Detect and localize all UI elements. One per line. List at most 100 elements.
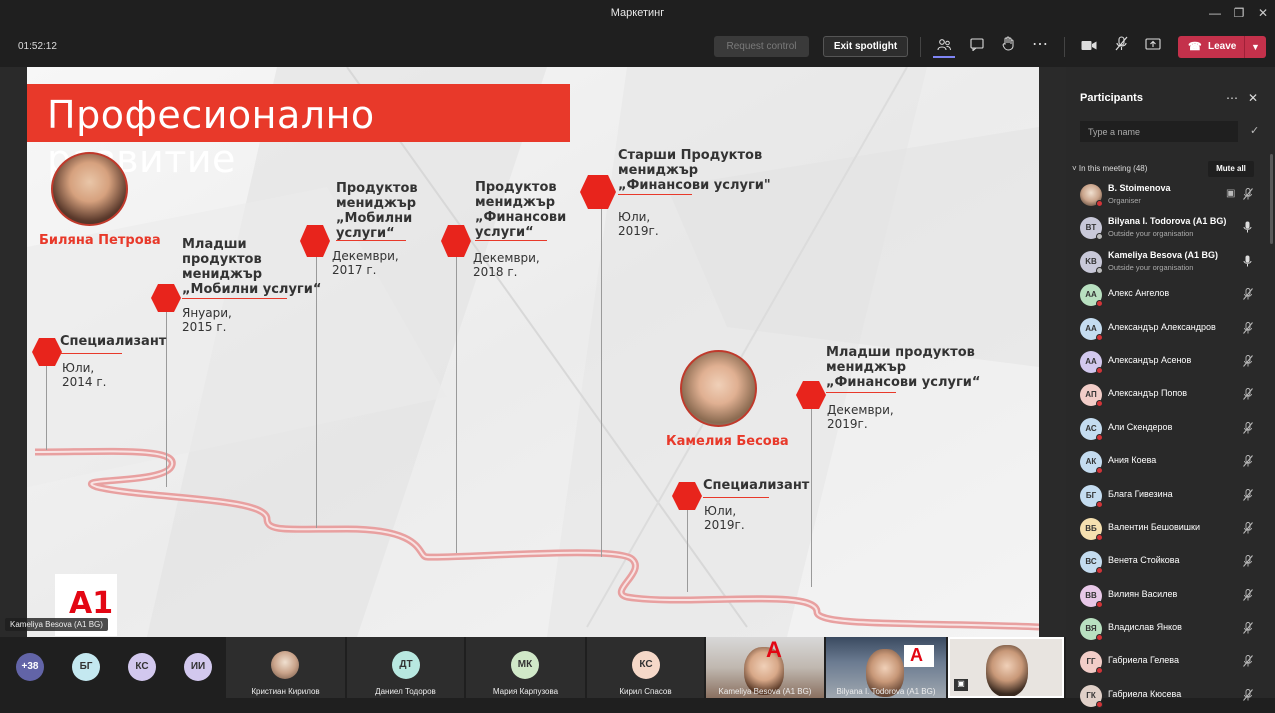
- mic-muted-icon[interactable]: [1243, 188, 1253, 203]
- in-meeting-header[interactable]: ˅ In this meeting (48): [1072, 164, 1147, 173]
- participant-row[interactable]: AA Алекс Ангелов: [1066, 279, 1275, 312]
- participant-row[interactable]: BT Bilyana I. Todorova (A1 BG) Outside you…: [1066, 212, 1275, 245]
- raise-hand-icon[interactable]: [997, 36, 1019, 58]
- presence-dot: [1096, 300, 1103, 308]
- milestone-date: Юли, 2014 г.: [62, 361, 106, 389]
- more-participants-badge[interactable]: +38: [16, 653, 44, 681]
- milestone-date: Юли, 2019г.: [618, 210, 659, 238]
- mic-muted-icon[interactable]: [1243, 288, 1253, 303]
- participant-avatar[interactable]: БГ: [72, 653, 100, 681]
- participant-tile[interactable]: КС Кирил Спасов: [587, 637, 704, 698]
- presentation-slide: Професионално развитие Биляна Петрова Ка…: [27, 67, 1039, 637]
- milestone-marker: [151, 284, 181, 312]
- participant-avatar: ДТ: [392, 651, 420, 679]
- mic-muted-icon[interactable]: [1110, 36, 1132, 58]
- participant-row[interactable]: АП Александър Попов: [1066, 379, 1275, 412]
- participants-icon[interactable]: [933, 36, 955, 58]
- mic-muted-icon[interactable]: [1243, 455, 1253, 470]
- milestone-date-line: 2019г.: [618, 224, 659, 238]
- mic-icon[interactable]: [1243, 255, 1252, 270]
- minimize-icon[interactable]: —: [1204, 4, 1226, 22]
- participant-row[interactable]: АК Ания Коева: [1066, 446, 1275, 479]
- mic-muted-icon[interactable]: [1243, 488, 1253, 504]
- milestone-title-line: „Финансови услуги“: [826, 375, 981, 390]
- participant-tile[interactable]: Кристиан Кирилов: [226, 637, 345, 698]
- participant-row[interactable]: AA Александър Асенов: [1066, 346, 1275, 379]
- milestone-title-line: „Мобилни: [336, 211, 413, 226]
- mic-icon[interactable]: [1243, 221, 1252, 236]
- chevron-down-icon: ˅: [1072, 164, 1077, 173]
- mic-muted-icon[interactable]: [1243, 655, 1253, 670]
- participant-row[interactable]: АС Али Скендеров: [1066, 413, 1275, 446]
- participant-row[interactable]: ВС Венета Стойкова: [1066, 546, 1275, 579]
- milestone-date-line: 2019г.: [704, 518, 745, 532]
- participant-avatar[interactable]: ИИ: [184, 653, 212, 681]
- leave-button[interactable]: ☎ Leave ▼: [1178, 36, 1266, 58]
- more-options-icon[interactable]: ⋯: [1226, 91, 1238, 105]
- milestone-underline: [826, 392, 896, 393]
- participant-row[interactable]: ВЯ Владислав Янков: [1066, 613, 1275, 646]
- milestone-marker: [580, 175, 616, 209]
- milestone-underline: [60, 353, 122, 354]
- participant-photo: [271, 651, 299, 679]
- participant-row[interactable]: ВБ Валентин Бешовишки: [1066, 513, 1275, 546]
- mic-muted-icon[interactable]: [1243, 555, 1253, 570]
- person-name-2: Камелия Бесова: [666, 434, 789, 449]
- milestone-underline: [182, 298, 287, 299]
- participant-video-tile[interactable]: A Bilyana I. Todorova (A1 BG): [826, 637, 946, 698]
- milestone-underline: [475, 240, 547, 241]
- mic-muted-icon[interactable]: [1243, 521, 1253, 537]
- participant-row[interactable]: БГ Блага Гивезина: [1066, 480, 1275, 513]
- participant-row[interactable]: ГК Габриела Кюсева: [1066, 680, 1275, 713]
- close-icon[interactable]: ✕: [1252, 4, 1274, 22]
- screen-icon[interactable]: ▣: [954, 679, 968, 691]
- milestone-date-line: Декември,: [473, 251, 540, 265]
- participant-name: Bilyana I. Todorova (A1 BG): [1108, 216, 1227, 227]
- request-control-button[interactable]: Request control: [714, 36, 809, 57]
- checkmark-icon[interactable]: ✓: [1250, 124, 1259, 137]
- participant-avatar[interactable]: КС: [128, 653, 156, 681]
- mic-muted-icon[interactable]: [1243, 688, 1253, 704]
- close-icon[interactable]: ✕: [1248, 91, 1258, 105]
- maximize-icon[interactable]: ❐: [1228, 4, 1250, 22]
- milestone-date-line: Юли,: [618, 210, 651, 224]
- more-actions-icon[interactable]: ⋯: [1029, 36, 1051, 58]
- mute-all-button[interactable]: Mute all: [1208, 161, 1254, 177]
- participant-search-input[interactable]: [1080, 121, 1238, 142]
- participant-row[interactable]: B. Stoimenova Organiser ▣: [1066, 179, 1275, 212]
- share-screen-icon[interactable]: [1142, 36, 1164, 58]
- participant-subtitle: Organiser: [1108, 196, 1141, 205]
- participant-row[interactable]: ГГ Габриела Гелева: [1066, 646, 1275, 679]
- presence-dot: [1096, 266, 1103, 274]
- mic-muted-icon[interactable]: [1243, 388, 1253, 403]
- mic-muted-icon[interactable]: [1243, 622, 1253, 637]
- participant-row[interactable]: ВВ Вилиян Василев: [1066, 580, 1275, 613]
- chevron-down-icon[interactable]: ▼: [1244, 36, 1266, 58]
- participant-row[interactable]: AA Александър Александров: [1066, 313, 1275, 346]
- mic-muted-icon[interactable]: [1243, 421, 1253, 437]
- mic-muted-icon[interactable]: [1243, 355, 1253, 370]
- participant-tile-name: Kameliya Besova (A1 BG): [718, 687, 812, 696]
- participant-name: Валентин Бешовишки: [1108, 521, 1200, 532]
- milestone-date-line: 2017 г.: [332, 263, 377, 277]
- participant-row[interactable]: KB Kameliya Besova (A1 BG) Outside your or…: [1066, 246, 1275, 279]
- exit-spotlight-button[interactable]: Exit spotlight: [823, 36, 908, 57]
- camera-icon[interactable]: [1078, 36, 1100, 58]
- milestone-underline: [703, 497, 769, 498]
- participant-video-tile[interactable]: A Kameliya Besova (A1 BG): [706, 637, 824, 698]
- milestone-marker: [32, 338, 62, 366]
- self-video-tile[interactable]: ▣: [948, 637, 1064, 698]
- mic-muted-icon[interactable]: [1243, 321, 1253, 337]
- title-bar: Маркетинг — ❐ ✕: [0, 0, 1275, 27]
- panel-scrollbar[interactable]: [1270, 154, 1273, 244]
- participant-tile-name: Кирил Спасов: [619, 687, 672, 696]
- participant-tile[interactable]: МК Мария Карпузова: [466, 637, 585, 698]
- presence-dot: [1096, 700, 1103, 708]
- chat-icon[interactable]: [966, 36, 988, 58]
- presence-dot: [1096, 500, 1103, 508]
- presence-dot: [1096, 366, 1103, 374]
- participant-tile-name: Кристиан Кирилов: [251, 687, 320, 696]
- participant-tile[interactable]: ДТ Даниел Тодоров: [347, 637, 464, 698]
- mic-muted-icon[interactable]: [1243, 588, 1253, 604]
- presence-dot: [1096, 333, 1103, 341]
